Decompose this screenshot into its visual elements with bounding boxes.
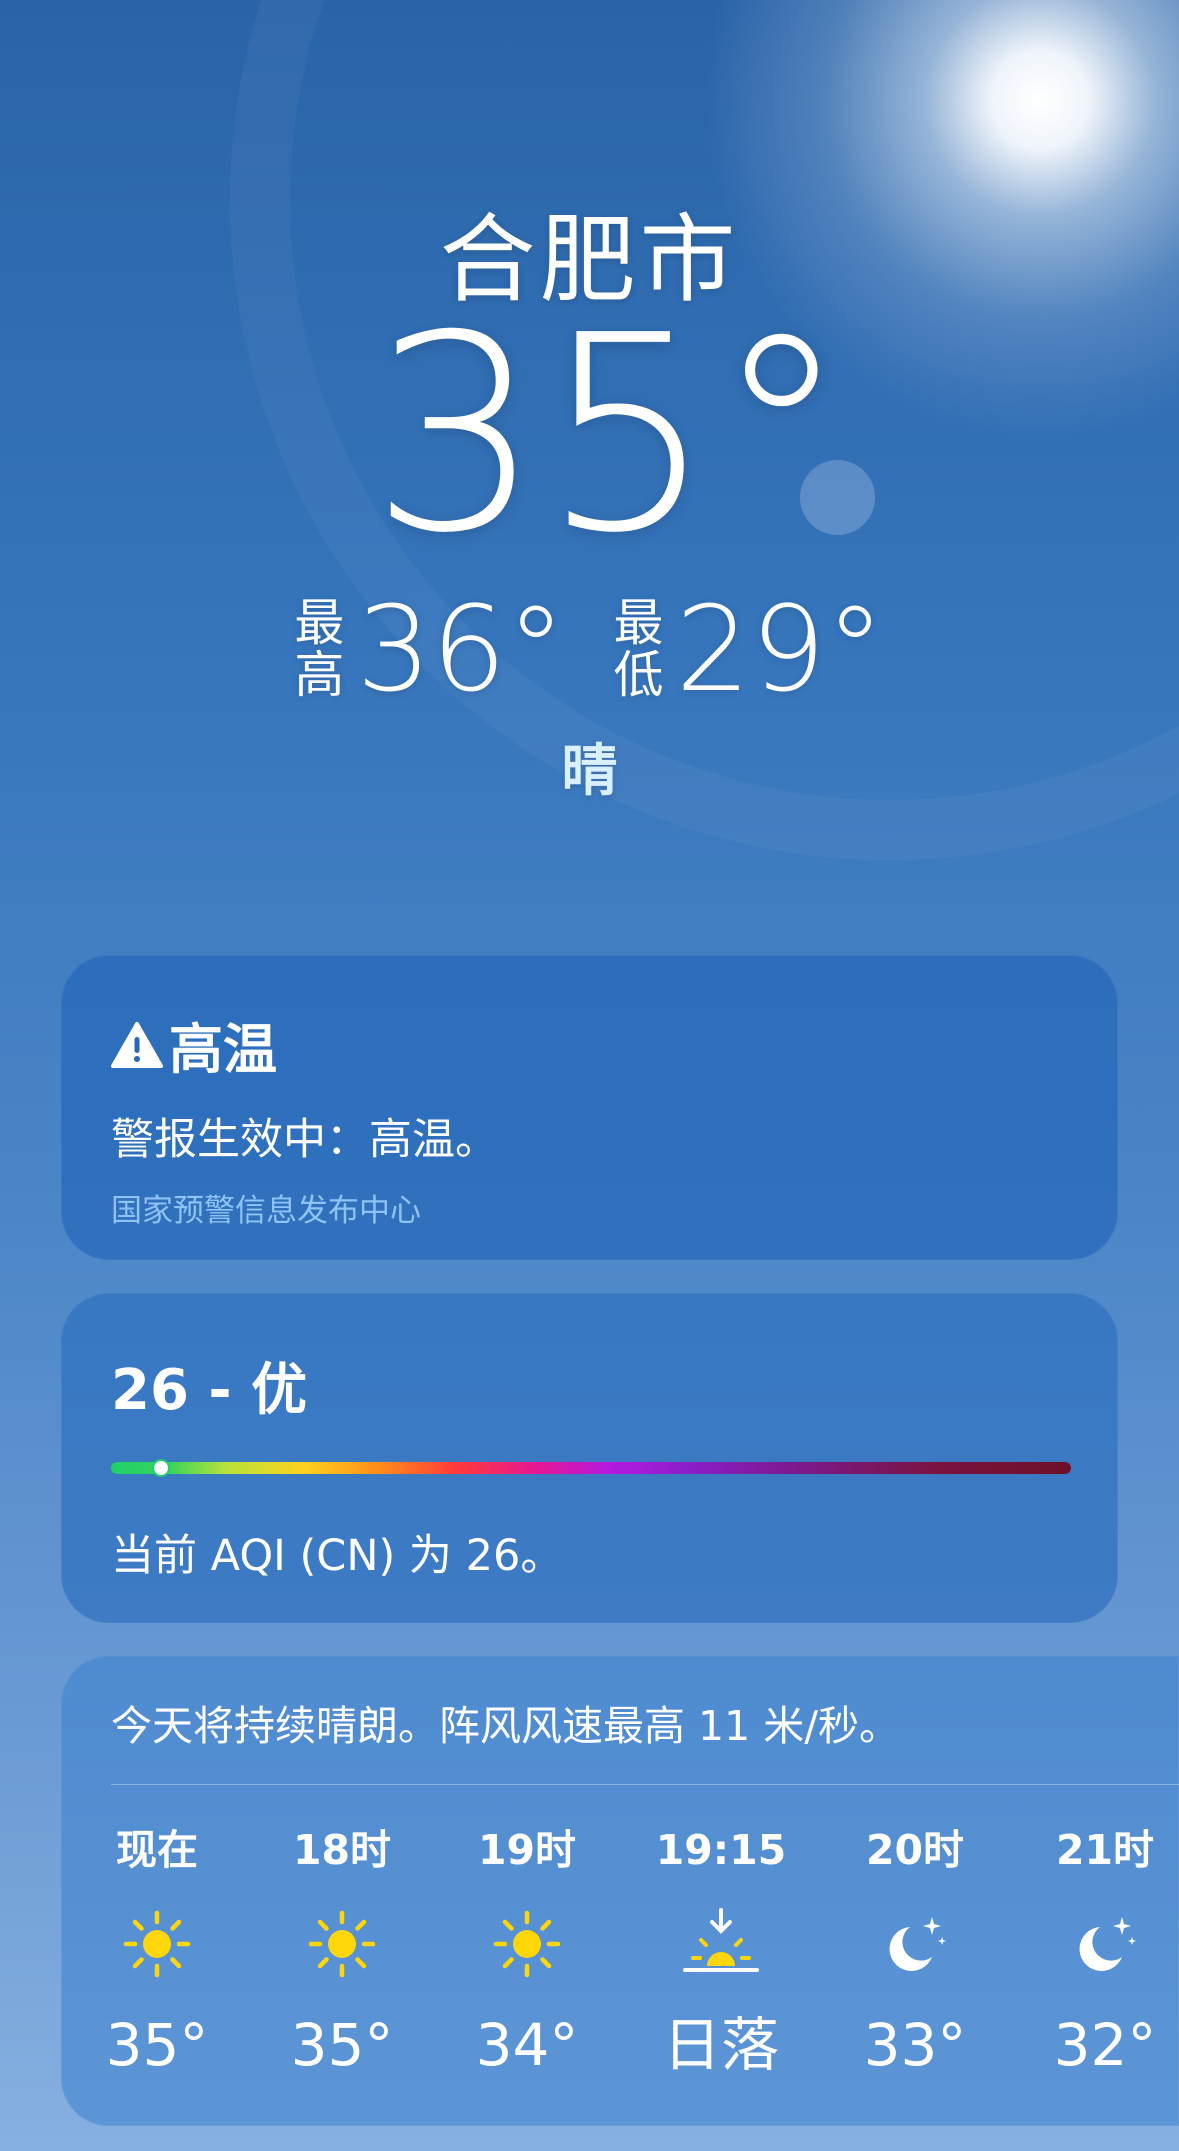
warning-triangle-icon (111, 1021, 163, 1068)
current-temperature: 35° (370, 277, 849, 592)
weather-condition: 晴 (561, 739, 618, 804)
hour-time: 18时 (292, 1826, 392, 1874)
hour-temperature: 日落 (662, 2011, 779, 2079)
severe-weather-alert-card[interactable]: 高温 警报生效中：高温。 国家预警信息发布中心 (61, 955, 1118, 1260)
hourly-item: 19:15 日落 (651, 1824, 791, 2080)
hour-temperature: 34° (475, 2011, 579, 2079)
low-value: 29° (675, 580, 885, 718)
high-label: 最 高 (294, 597, 344, 701)
low-temperature: 最 低 29° (614, 590, 885, 708)
aqi-indicator (151, 1459, 170, 1477)
aqi-title: 26 - 优 (111, 1358, 308, 1423)
alert-body: 警报生效中：高温。 (111, 1115, 498, 1165)
high-label-char: 高 (294, 646, 345, 704)
hourly-item: 现在 35° (87, 1824, 227, 2080)
hour-time: 20时 (865, 1826, 965, 1874)
hourly-item: 21时 32° (1035, 1824, 1175, 2080)
hour-temperature: 35° (105, 2011, 209, 2079)
sun-icon (272, 1904, 412, 1984)
sunset-icon (651, 1904, 791, 1984)
current-weather-header: 合肥市 35° 最 高 36° 最 低 29° 晴 (0, 0, 1179, 900)
alert-title: 高温 (111, 1005, 277, 1084)
hourly-item: 19时 34° (457, 1824, 597, 2080)
hour-time: 19:15 (655, 1826, 787, 1874)
hour-temperature: 35° (290, 2011, 394, 2079)
weather-screen: 合肥市 35° 最 高 36° 最 低 29° 晴 高温 警报生效中：高温。 国… (0, 0, 1179, 2151)
hour-time: 现在 (116, 1826, 198, 1874)
hour-temperature: 32° (1053, 2011, 1157, 2079)
air-quality-card[interactable]: 26 - 优 当前 AQI (CN) 为 26。 (61, 1293, 1118, 1623)
aqi-description: 当前 AQI (CN) 为 26。 (111, 1531, 564, 1581)
hour-time: 21时 (1055, 1826, 1155, 1874)
hourly-item: 20时 33° (845, 1824, 985, 2080)
high-low-temperatures: 最 高 36° 最 低 29° (0, 590, 1179, 708)
low-label: 最 低 (614, 597, 664, 701)
low-label-char: 最 (613, 594, 664, 652)
aqi-scale-bar (111, 1459, 1071, 1477)
sun-icon (457, 1904, 597, 1984)
hourly-item: 18时 35° (272, 1824, 412, 2080)
hour-temperature: 33° (863, 2011, 967, 2079)
high-temperature: 最 高 36° (294, 590, 565, 708)
hourly-forecast-card[interactable]: 今天将持续晴朗。阵风风速最高 11 米/秒。 现在 35° 18时 35° 19… (61, 1656, 1179, 2126)
alert-title-text: 高温 (169, 1018, 277, 1081)
low-label-char: 低 (613, 646, 664, 704)
moon-stars-icon (845, 1904, 985, 1984)
divider (111, 1784, 1179, 1785)
sun-icon (87, 1904, 227, 1984)
high-value: 36° (356, 580, 566, 718)
forecast-summary: 今天将持续晴朗。阵风风速最高 11 米/秒。 (111, 1702, 901, 1750)
moon-stars-icon (1035, 1904, 1175, 1984)
hour-time: 19时 (477, 1826, 577, 1874)
alert-source-link[interactable]: 国家预警信息发布中心 (111, 1185, 421, 1230)
high-label-char: 最 (294, 594, 345, 652)
